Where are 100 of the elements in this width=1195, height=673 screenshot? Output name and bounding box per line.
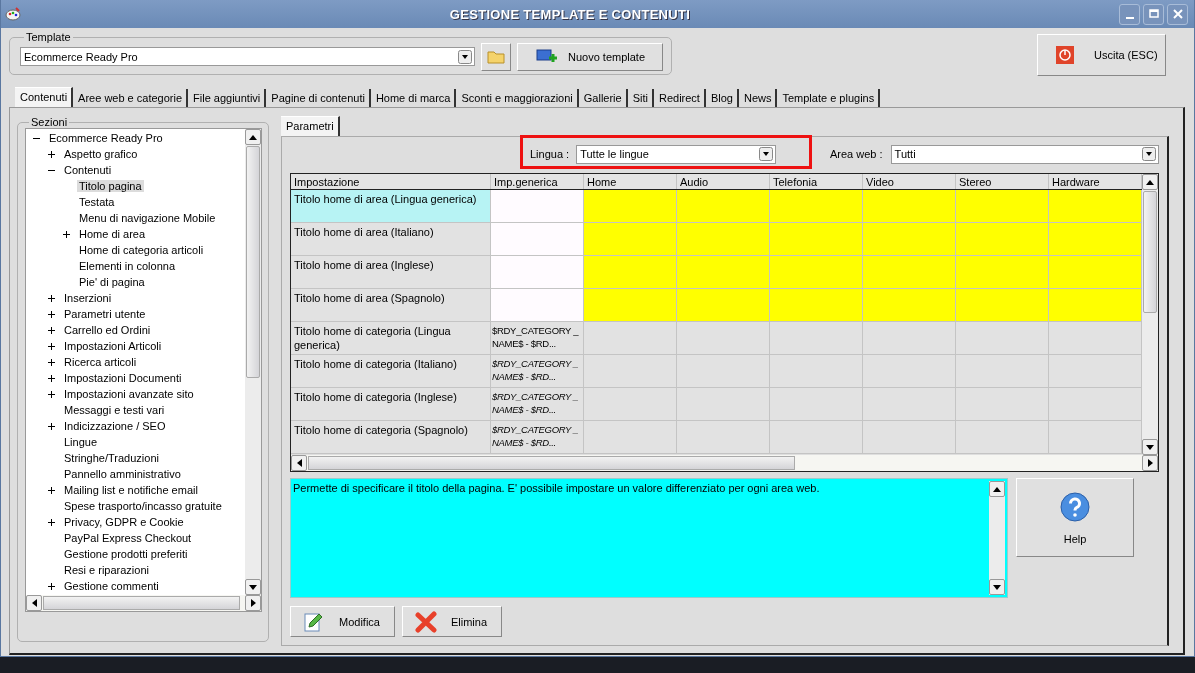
table-cell[interactable] <box>1049 322 1142 354</box>
minimize-button[interactable] <box>1119 3 1140 25</box>
table-cell[interactable] <box>677 223 770 255</box>
tree-item[interactable]: Parametri utente <box>62 308 148 320</box>
up-arrow-icon[interactable] <box>249 134 257 140</box>
tree-item[interactable]: Stringhe/Traduzioni <box>62 452 161 464</box>
table-cell[interactable] <box>863 388 956 420</box>
right-arrow-icon[interactable] <box>250 599 256 607</box>
table-cell[interactable] <box>863 190 956 222</box>
table-cell[interactable] <box>770 421 863 453</box>
tree-item[interactable]: Home di area <box>77 228 148 240</box>
table-cell[interactable] <box>677 256 770 288</box>
table-cell[interactable] <box>584 421 677 453</box>
table-cell[interactable] <box>863 322 956 354</box>
table-cell[interactable]: Titolo home di categoria (Spagnolo) <box>291 421 491 453</box>
tree-item[interactable]: Messaggi e testi vari <box>62 404 167 416</box>
table-cell[interactable] <box>491 256 584 288</box>
table-cell[interactable]: Titolo home di area (Lingua generica) <box>291 190 491 222</box>
tree-item[interactable]: Gestione commenti <box>62 580 161 592</box>
tree-item[interactable]: Privacy, GDPR e Cookie <box>62 516 186 528</box>
tree-item[interactable]: Aspetto grafico <box>62 148 140 160</box>
tree-item[interactable]: Ricerca articoli <box>62 356 139 368</box>
right-arrow-icon[interactable] <box>1147 459 1153 467</box>
expand-icon[interactable] <box>47 341 56 351</box>
table-cell[interactable] <box>584 355 677 387</box>
area-dropdown[interactable]: Tutti <box>890 144 1159 164</box>
down-arrow-icon[interactable] <box>249 584 257 590</box>
template-dropdown[interactable]: Ecommerce Ready Pro <box>20 47 475 66</box>
maximize-button[interactable] <box>1143 3 1164 25</box>
table-cell[interactable] <box>770 190 863 222</box>
tree-item[interactable]: Elementi in colonna <box>77 260 177 272</box>
tree-item[interactable]: Ecommerce Ready Pro <box>47 132 165 144</box>
table-cell[interactable]: Titolo home di area (Inglese) <box>291 256 491 288</box>
vertical-scrollbar[interactable] <box>989 481 1005 595</box>
expand-icon[interactable] <box>47 149 56 159</box>
table-cell[interactable] <box>956 421 1049 453</box>
help-button[interactable]: Help <box>1016 478 1134 557</box>
tree-item[interactable]: Resi e riparazioni <box>62 564 151 576</box>
tree-item[interactable]: PayPal Express Checkout <box>62 532 194 544</box>
table-cell[interactable] <box>584 256 677 288</box>
table-cell[interactable] <box>584 388 677 420</box>
expand-icon[interactable] <box>47 373 56 383</box>
table-cell[interactable] <box>1049 388 1142 420</box>
table-cell[interactable] <box>863 256 956 288</box>
tab[interactable]: Contenuti <box>15 87 74 107</box>
table-cell[interactable] <box>677 322 770 354</box>
tab[interactable]: Parametri <box>281 116 340 136</box>
table-cell[interactable] <box>1049 223 1142 255</box>
table-cell[interactable] <box>677 289 770 321</box>
left-arrow-icon[interactable] <box>296 459 302 467</box>
language-dropdown[interactable]: Tutte le lingue <box>576 144 777 164</box>
tree-item[interactable]: Contenuti <box>62 164 114 176</box>
expand-icon[interactable] <box>47 293 56 303</box>
table-cell[interactable] <box>863 223 956 255</box>
table-cell[interactable]: $RDY_CATEGORY _NAME$ - $RD... <box>491 355 584 387</box>
tree-item[interactable]: Lingue <box>62 436 100 448</box>
table-cell[interactable]: Titolo home di area (Spagnolo) <box>291 289 491 321</box>
table-cell[interactable] <box>491 190 584 222</box>
table-cell[interactable]: Titolo home di categoria (Inglese) <box>291 388 491 420</box>
tree-item[interactable]: Carrello ed Ordini <box>62 324 153 336</box>
table-cell[interactable] <box>1049 289 1142 321</box>
edit-button[interactable]: Modifica <box>290 606 395 637</box>
table-cell[interactable] <box>770 256 863 288</box>
table-cell[interactable] <box>863 421 956 453</box>
tree-item[interactable]: Impostazioni Articoli <box>62 340 164 352</box>
table-cell[interactable] <box>770 289 863 321</box>
table-cell[interactable] <box>491 289 584 321</box>
open-folder-button[interactable] <box>481 42 511 71</box>
new-template-button[interactable]: Nuovo template <box>517 42 663 71</box>
table-cell[interactable] <box>677 421 770 453</box>
up-arrow-icon[interactable] <box>993 486 1001 492</box>
table-cell[interactable] <box>677 388 770 420</box>
column-header[interactable]: Audio <box>677 174 770 189</box>
table-cell[interactable] <box>584 289 677 321</box>
expand-icon[interactable] <box>47 421 56 431</box>
horizontal-scrollbar[interactable] <box>291 455 1158 471</box>
vertical-scrollbar[interactable] <box>245 129 261 595</box>
column-header[interactable]: Video <box>863 174 956 189</box>
expand-icon[interactable] <box>47 357 56 367</box>
tree-item[interactable]: Inserzioni <box>62 292 114 304</box>
table-cell[interactable]: Titolo home di categoria (Lingua generica) <box>291 322 491 354</box>
table-cell[interactable] <box>863 289 956 321</box>
table-cell[interactable] <box>956 223 1049 255</box>
table-cell[interactable] <box>956 322 1049 354</box>
table-cell[interactable]: Titolo home di area (Italiano) <box>291 223 491 255</box>
column-header[interactable]: Impostazione <box>291 174 491 189</box>
table-cell[interactable] <box>584 190 677 222</box>
table-cell[interactable]: Titolo home di categoria (Italiano) <box>291 355 491 387</box>
expand-icon[interactable] <box>62 229 71 239</box>
table-cell[interactable] <box>956 388 1049 420</box>
column-header[interactable]: Imp.generica <box>491 174 584 189</box>
expand-icon[interactable] <box>47 389 56 399</box>
table-cell[interactable] <box>677 190 770 222</box>
column-header[interactable]: Home <box>584 174 677 189</box>
table-cell[interactable]: $RDY_CATEGORY _NAME$ - $RD... <box>491 388 584 420</box>
table-cell[interactable] <box>770 388 863 420</box>
table-cell[interactable]: $RDY_CATEGORY _NAME$ - $RD... <box>491 322 584 354</box>
tree-item[interactable]: Testata <box>77 196 117 208</box>
table-cell[interactable] <box>956 289 1049 321</box>
table-cell[interactable] <box>677 355 770 387</box>
